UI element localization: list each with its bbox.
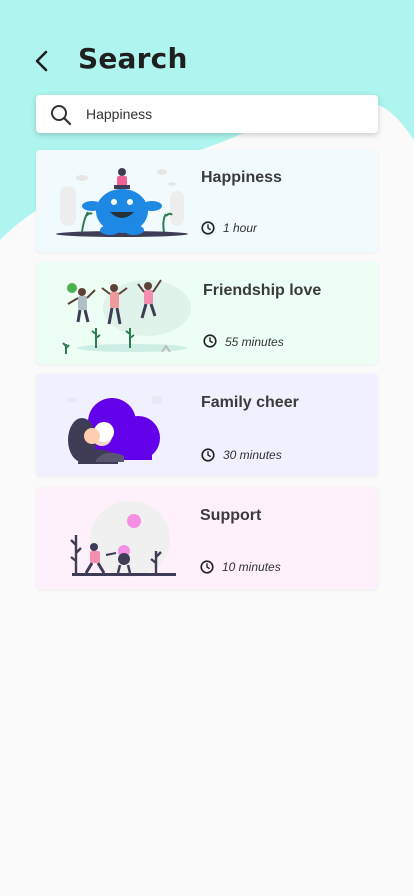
card-title: Happiness xyxy=(201,169,282,186)
result-card-support[interactable]: Support 10 minutes xyxy=(36,487,378,589)
clock-icon xyxy=(201,221,215,235)
happiness-illustration xyxy=(56,168,188,237)
search-input[interactable] xyxy=(86,95,366,133)
result-card-friendship-love[interactable]: Friendship love 55 minutes xyxy=(36,262,378,364)
card-title: Family cheer xyxy=(201,394,299,411)
card-duration: 55 minutes xyxy=(225,335,284,349)
clock-icon xyxy=(201,448,215,462)
search-bar[interactable] xyxy=(36,95,378,133)
result-card-happiness[interactable]: Happiness 1 hour xyxy=(36,150,378,252)
friendship-illustration xyxy=(62,279,191,354)
card-duration: 30 minutes xyxy=(223,448,282,462)
card-duration: 1 hour xyxy=(223,221,258,235)
search-icon xyxy=(51,105,72,126)
back-button[interactable] xyxy=(30,48,56,74)
clock-icon xyxy=(200,560,214,574)
header: Search xyxy=(0,38,414,84)
family-illustration xyxy=(67,396,163,464)
chevron-left-icon xyxy=(35,50,48,72)
support-illustration xyxy=(70,501,176,577)
card-title: Friendship love xyxy=(203,282,322,299)
card-title: Support xyxy=(200,507,262,524)
page-title: Search xyxy=(78,42,188,75)
clock-icon xyxy=(203,334,217,348)
result-card-family-cheer[interactable]: Family cheer 30 minutes xyxy=(36,374,378,476)
card-duration: 10 minutes xyxy=(222,560,281,574)
